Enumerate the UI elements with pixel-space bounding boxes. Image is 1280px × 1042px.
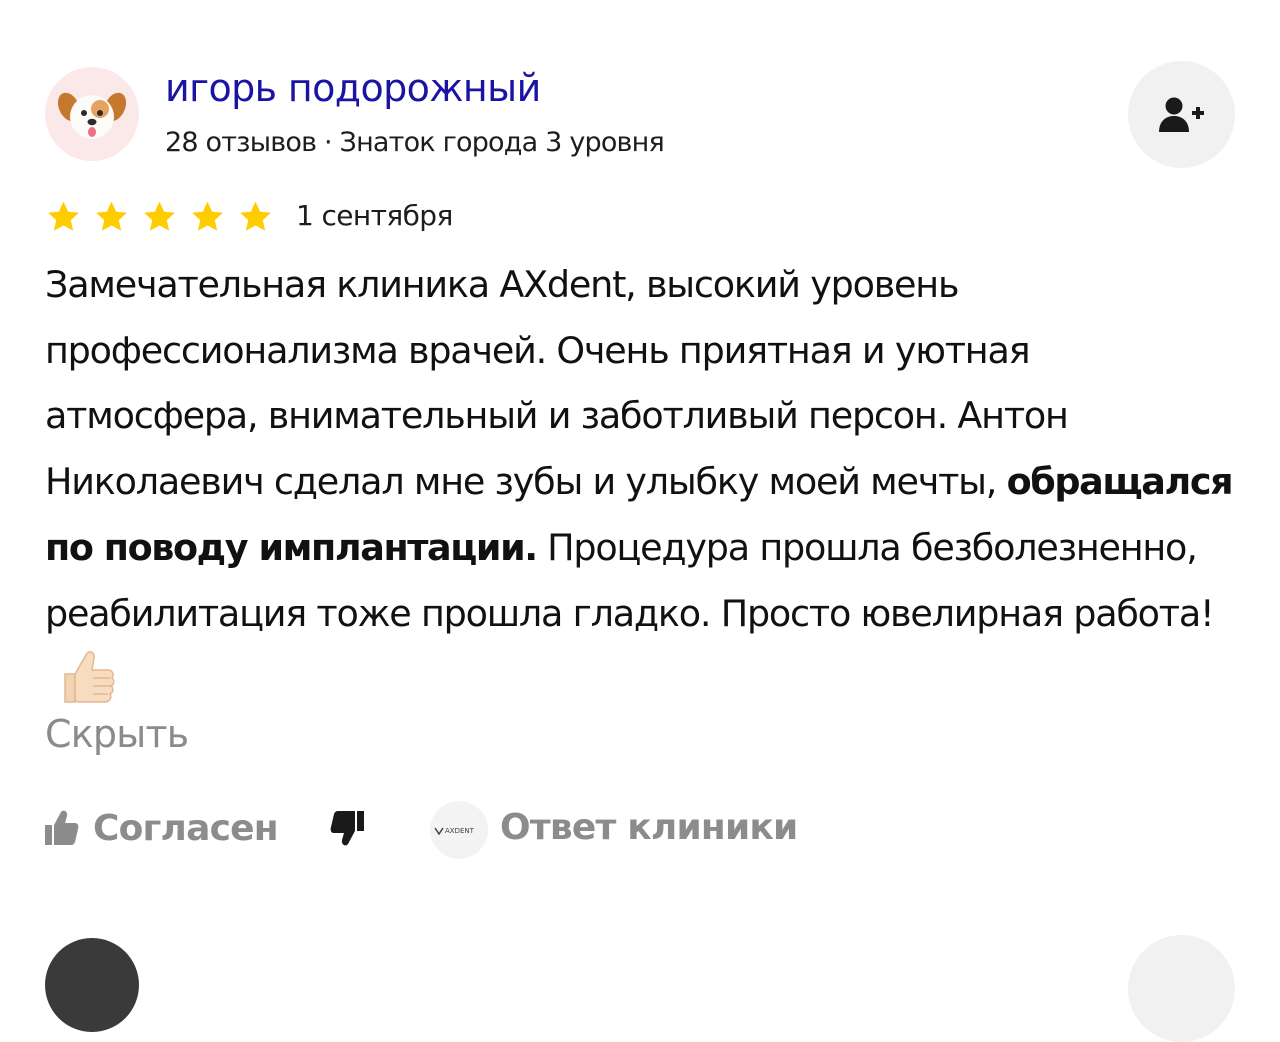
star-rating (45, 199, 274, 235)
hide-review-link[interactable]: Скрыть (45, 712, 189, 756)
review-actions: Согласен AXDENT Ответ клиники (0, 790, 1280, 880)
author-meta: 28 отзывов · Знаток города 3 уровня (165, 127, 665, 158)
star-icon (141, 199, 178, 235)
agree-button[interactable]: Согласен (93, 808, 279, 849)
puppy-emoji-avatar-icon (45, 67, 139, 161)
star-icon (237, 199, 274, 235)
review-date: 1 сентября (296, 199, 453, 232)
review-text-part1: Замечательная клиника AXdent, высокий ур… (45, 263, 1069, 504)
star-icon (189, 199, 226, 235)
clinic-logo[interactable]: AXDENT (430, 801, 488, 859)
author-name[interactable]: игорь подорожный (165, 66, 541, 110)
thumbs-down-icon[interactable] (330, 810, 364, 850)
star-icon (93, 199, 130, 235)
clinic-logo-text: AXDENT (445, 827, 475, 835)
thumbs-up-emoji-icon (55, 646, 115, 708)
star-icon (45, 199, 82, 235)
thumbs-up-icon[interactable] (45, 810, 79, 850)
clinic-reply-button[interactable]: Ответ клиники (500, 807, 798, 848)
next-review-subscribe-button[interactable] (1128, 935, 1235, 1042)
review-text: Замечательная клиника AXdent, высокий ур… (45, 252, 1245, 715)
add-person-icon (1158, 97, 1204, 132)
next-review-avatar[interactable] (45, 938, 139, 1032)
subscribe-button[interactable] (1128, 61, 1235, 168)
author-avatar[interactable] (45, 67, 139, 161)
